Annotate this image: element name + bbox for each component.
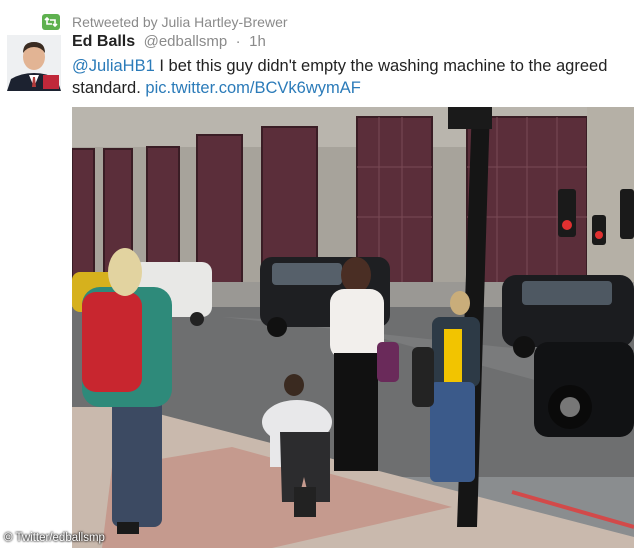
author-handle[interactable]: @edballsmp bbox=[144, 33, 228, 50]
retweet-icon bbox=[42, 14, 60, 30]
mention-link[interactable]: @JuliaHB1 bbox=[72, 57, 155, 75]
avatar[interactable] bbox=[7, 35, 61, 91]
author-name[interactable]: Ed Balls bbox=[72, 33, 135, 50]
retweeted-by-text[interactable]: Retweeted by Julia Hartley-Brewer bbox=[72, 14, 288, 30]
media-link[interactable]: pic.twitter.com/BCVk6wymAF bbox=[145, 79, 360, 97]
tweet-photo[interactable] bbox=[72, 107, 634, 548]
photo-credit: © Twitter/edballsmp bbox=[4, 532, 105, 544]
tweet-header: Ed Balls @edballsmp · 1h bbox=[72, 33, 266, 51]
tweet-time[interactable]: 1h bbox=[249, 33, 266, 50]
separator-dot: · bbox=[235, 33, 241, 50]
tweet-text: @JuliaHB1 I bet this guy didn't empty th… bbox=[72, 55, 624, 99]
retweet-indicator: Retweeted by Julia Hartley-Brewer bbox=[42, 12, 288, 32]
street-scene-photo bbox=[72, 107, 634, 548]
